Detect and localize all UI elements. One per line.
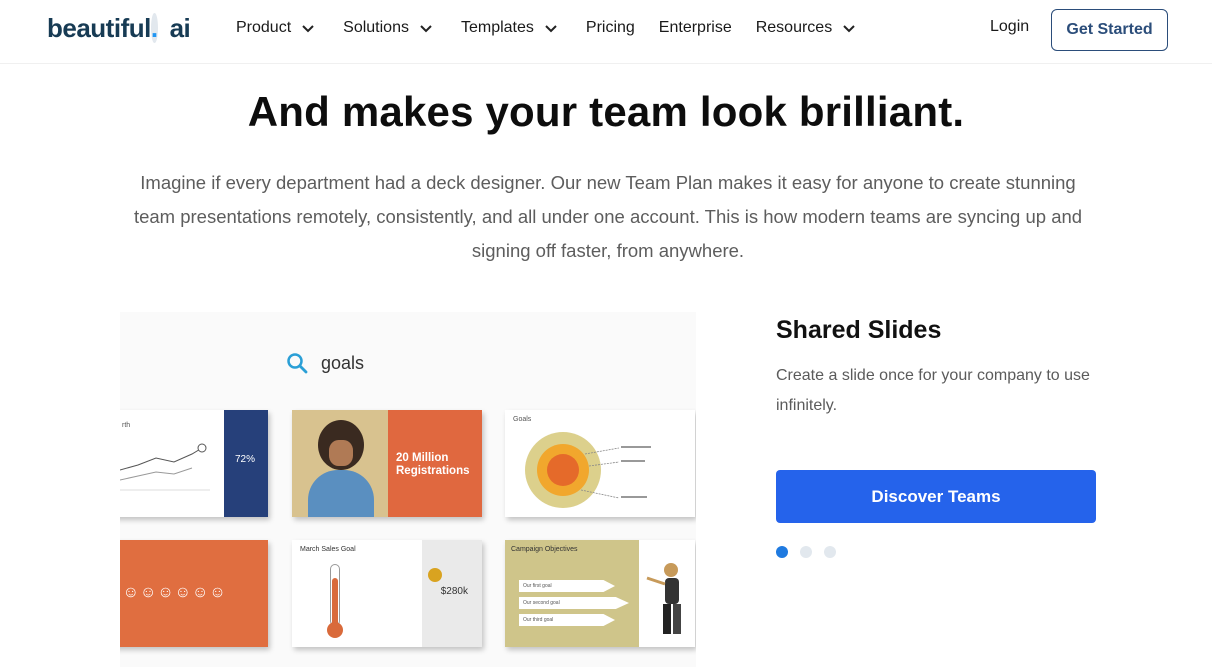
line-chart-graphic [120,443,210,491]
nav-label: Pricing [585,19,635,36]
thermometer-bulb [327,622,343,638]
person-face [329,440,353,466]
logo-dot: . [150,13,158,43]
login-link[interactable]: Login [990,18,1029,36]
nav-label: Resources [755,19,833,36]
nav-label: Solutions [343,19,409,36]
goal-value: $280k [440,586,468,597]
nav-label: Templates [460,19,534,36]
get-started-button[interactable]: Get Started [1051,9,1168,51]
carousel-dot[interactable] [800,546,812,558]
logo[interactable]: beautiful. ai [47,13,191,44]
logo-suffix: ai [169,13,191,43]
discover-teams-button[interactable]: Discover Teams [776,470,1096,523]
slide-thumbnail[interactable]: rth 72% [120,410,268,517]
feature-title: Shared Slides [776,316,942,344]
hero-title: And makes your team look brilliant. [247,88,965,135]
nav-item-enterprise[interactable]: Enterprise [659,19,732,37]
search-bar[interactable]: goals [286,352,364,374]
objective-arrow: Our second goal [519,597,629,609]
thermometer-fill [332,578,338,628]
chevron-down-icon [545,25,557,33]
search-query: goals [321,352,365,373]
person-graphic [646,563,681,634]
carousel-dots [776,546,848,558]
search-icon [287,353,308,374]
photo [292,410,388,517]
target-graphic [525,432,651,508]
site-header: beautiful. ai Product Solutions Templates… [0,0,1212,64]
chevron-down-icon [302,25,314,33]
carousel-dot[interactable] [824,546,836,558]
objectives-panel [505,540,639,647]
nav-label: Enterprise [658,19,732,36]
objective-arrow: Our third goal [519,614,615,626]
nav-item-product[interactable]: Product [236,18,319,38]
rating-faces: % ☺☺☺☺☺☺ [120,584,227,601]
nav-label: Product [236,19,292,36]
template-showcase: goals rth 72% 20 Million Registrations G… [120,312,696,667]
hero-subtitle: Imagine if every department had a deck d… [133,172,1083,261]
slide-thumbnail[interactable]: % ☺☺☺☺☺☺ [120,540,268,647]
chevron-down-icon [843,25,855,33]
slide-thumbnail[interactable]: 20 Million Registrations [292,410,482,517]
objective-arrow: Our first goal [519,580,615,592]
slide-label: Campaign Objectives [511,546,578,553]
stat-value: 72% [234,454,255,465]
carousel-dot[interactable] [776,546,788,558]
nav-item-resources[interactable]: Resources [756,18,860,38]
nav-item-pricing[interactable]: Pricing [586,19,635,37]
slide-thumbnail[interactable]: March Sales Goal $280k [292,540,482,647]
slide-headline: 20 Million Registrations [396,452,470,477]
slide-thumbnail[interactable]: Goals [505,410,695,517]
slide-thumbnail[interactable]: Campaign Objectives Our first goal Our s… [505,540,695,647]
main-nav: Product Solutions Templates Pricing Ente… [236,18,884,38]
chevron-down-icon [420,25,432,33]
feature-description: Create a slide once for your company to … [776,367,1090,414]
person-shirt [308,470,374,517]
nav-item-templates[interactable]: Templates [461,18,562,38]
logo-text: beautiful [47,13,151,43]
slide-label: March Sales Goal [300,546,356,553]
coin-icon [428,568,442,582]
nav-item-solutions[interactable]: Solutions [343,18,437,38]
